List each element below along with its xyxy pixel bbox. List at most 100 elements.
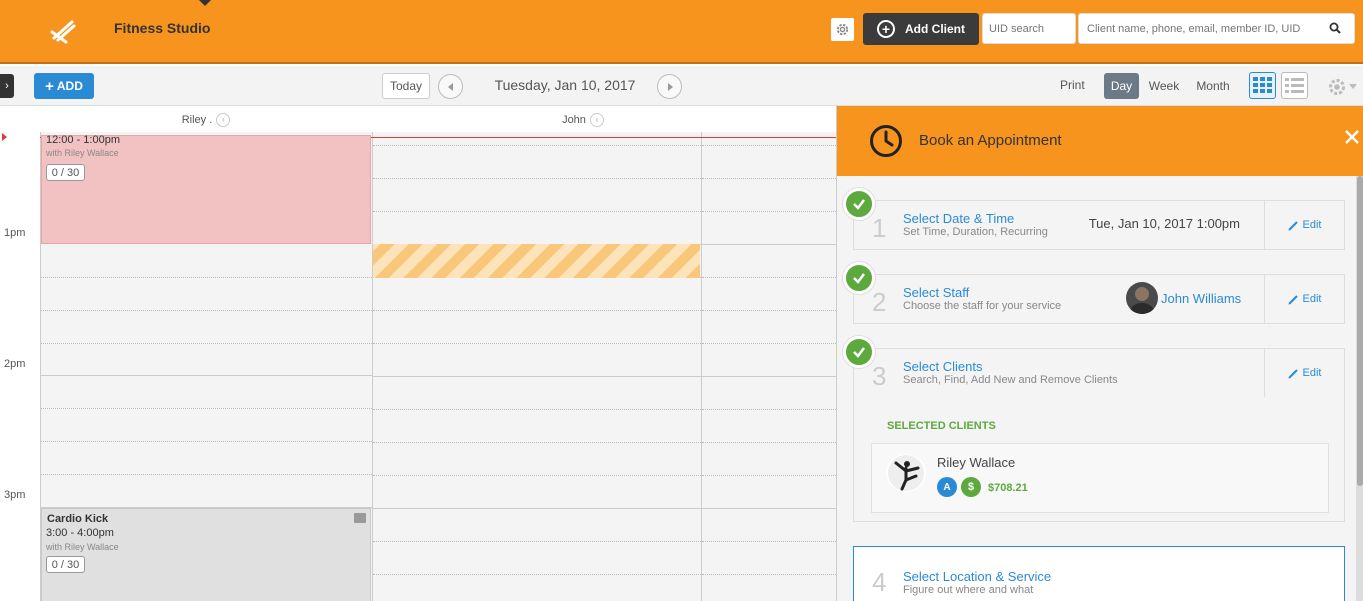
hour-divider: [702, 376, 838, 377]
calendar-grid: 1pm 2pm 3pm 12:00 - 1:00pm with Riley Wa…: [0, 132, 838, 601]
client-name[interactable]: Riley Wallace: [937, 455, 1015, 470]
pencil-icon: [1288, 220, 1298, 230]
plus-icon: +: [45, 77, 54, 95]
view-week-button[interactable]: Week: [1145, 73, 1183, 99]
step-location-inner: 4 Select Location & Service Figure out w…: [854, 547, 1344, 597]
slot-divider: [373, 211, 701, 212]
step-title[interactable]: Select Staff: [903, 285, 969, 300]
hour-divider: [373, 508, 701, 509]
edit-button[interactable]: Edit: [1264, 275, 1344, 323]
step-title[interactable]: Select Location & Service: [903, 569, 1051, 584]
search-icon[interactable]: [1328, 21, 1342, 35]
step-number: 4: [872, 567, 887, 597]
list-view-icon[interactable]: [1281, 72, 1308, 99]
dollar-icon[interactable]: $: [961, 477, 981, 497]
brand-name[interactable]: Fitness Studio: [114, 20, 210, 36]
staff-avatar: [1126, 282, 1158, 314]
next-day-button[interactable]: [657, 74, 682, 99]
gear-icon[interactable]: [831, 18, 854, 41]
event-staff: with Riley Wallace: [46, 148, 119, 158]
view-day-button[interactable]: Day: [1104, 73, 1139, 99]
slot-divider: [702, 310, 838, 311]
time-label: 1pm: [4, 227, 26, 239]
uid-search-input[interactable]: [982, 13, 1076, 44]
slot-divider: [41, 408, 372, 409]
chevron-right-icon: ›: [5, 80, 9, 92]
close-icon[interactable]: [1343, 128, 1361, 146]
print-button[interactable]: Print: [1060, 78, 1085, 92]
step-subtitle: Figure out where and what: [903, 584, 1034, 596]
calendar-column-extra[interactable]: [701, 132, 838, 601]
hour-divider: [702, 244, 838, 245]
panel-scrollbar[interactable]: [1356, 176, 1363, 601]
edit-button[interactable]: Edit: [1264, 201, 1344, 249]
slot-divider: [41, 310, 372, 311]
add-button[interactable]: + ADD: [34, 73, 94, 99]
column-header-riley: Riley . ‹: [40, 107, 372, 132]
account-badge[interactable]: A: [937, 477, 957, 497]
add-client-button[interactable]: + Add Client: [863, 13, 979, 45]
step-date-time: 1 Select Date & Time Set Time, Duration,…: [853, 200, 1345, 250]
slot-divider: [702, 574, 838, 575]
slot-divider: [41, 441, 372, 442]
slot-divider: [702, 211, 838, 212]
triangle-right-icon: [667, 82, 673, 91]
selected-clients-heading: SELECTED CLIENTS: [887, 420, 996, 432]
slot-divider: [373, 145, 701, 146]
column-name: Riley .: [181, 113, 213, 126]
scrollbar-thumb[interactable]: [1357, 176, 1363, 486]
view-month-button[interactable]: Month: [1190, 73, 1236, 99]
class-event[interactable]: Cardio Kick 3:00 - 4:00pm with Riley Wal…: [41, 508, 371, 601]
slot-divider: [373, 574, 701, 575]
selected-time-slot[interactable]: [373, 244, 700, 278]
slot-divider: [702, 442, 838, 443]
column-options-icon[interactable]: ‹: [216, 112, 231, 127]
step-subtitle: Search, Find, Add New and Remove Clients: [903, 374, 1118, 386]
grid-view-icon[interactable]: [1249, 72, 1276, 99]
step-subtitle: Set Time, Duration, Recurring: [903, 226, 1048, 238]
slot-divider: [373, 541, 701, 542]
slot-divider: [373, 310, 701, 311]
now-marker-icon: [2, 133, 7, 141]
edit-label: Edit: [1302, 367, 1322, 379]
time-label: 2pm: [4, 358, 26, 370]
step-clients: 3 Select Clients Search, Find, Add New a…: [853, 348, 1345, 398]
time-label: 3pm: [4, 489, 26, 501]
event-time: 12:00 - 1:00pm: [46, 134, 120, 146]
slot-divider: [373, 475, 701, 476]
edit-button[interactable]: Edit: [1264, 349, 1344, 397]
client-search-input[interactable]: [1078, 13, 1355, 44]
calendar-settings-button[interactable]: [1327, 77, 1357, 97]
booking-panel: Book an Appointment 1 Select Date & Time…: [836, 106, 1363, 601]
client-card[interactable]: Riley Wallace A $ $708.21: [871, 443, 1329, 513]
hour-divider: [373, 376, 701, 377]
time-column: 1pm 2pm 3pm: [0, 132, 40, 601]
add-label: ADD: [56, 79, 83, 93]
step-number: 2: [872, 287, 887, 317]
step-staff: 2 Select Staff Choose the staff for your…: [853, 274, 1345, 324]
event-capacity-badge: 0 / 30: [46, 556, 85, 573]
step-location-service[interactable]: 4 Select Location & Service Figure out w…: [853, 546, 1345, 601]
expand-sidebar-button[interactable]: ›: [0, 74, 14, 98]
pencil-icon: [1288, 294, 1298, 304]
hour-divider: [41, 375, 372, 376]
panel-title: Book an Appointment: [919, 132, 1062, 149]
check-icon: [843, 188, 875, 220]
add-client-label: Add Client: [905, 22, 965, 36]
prev-day-button[interactable]: [438, 74, 463, 99]
step-number: 1: [872, 213, 887, 243]
step-title[interactable]: Select Date & Time: [903, 211, 1014, 226]
panel-header: Book an Appointment: [837, 106, 1363, 176]
appointment-event[interactable]: 12:00 - 1:00pm with Riley Wallace 0 / 30: [41, 134, 371, 244]
logo-icon[interactable]: [44, 14, 84, 46]
step-title[interactable]: Select Clients: [903, 359, 982, 374]
slot-divider: [41, 343, 372, 344]
column-options-icon[interactable]: ‹: [589, 112, 604, 127]
calendar-column-john[interactable]: [372, 132, 701, 601]
staff-name[interactable]: John Williams: [1161, 291, 1241, 306]
triangle-left-icon: [447, 82, 453, 91]
today-button[interactable]: Today: [382, 73, 430, 99]
step-subtitle: Choose the staff for your service: [903, 300, 1062, 312]
slot-divider: [41, 474, 372, 475]
slot-divider: [702, 541, 838, 542]
